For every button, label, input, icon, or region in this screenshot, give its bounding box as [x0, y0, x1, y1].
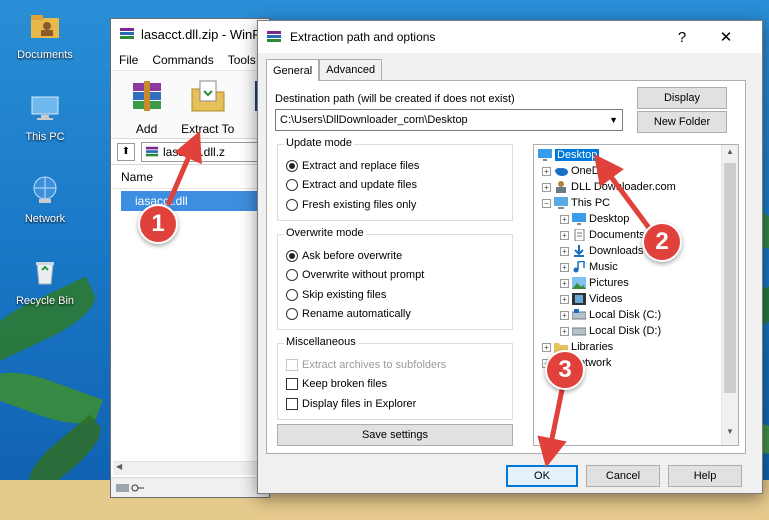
tab-general[interactable]: General: [266, 59, 320, 81]
callout-3: 3: [545, 350, 585, 390]
arrow-1: [165, 130, 202, 206]
callout-2: 2: [642, 222, 682, 262]
arrow-2: [594, 153, 655, 234]
arrow-3: [537, 384, 567, 468]
callout-1: 1: [138, 204, 178, 244]
